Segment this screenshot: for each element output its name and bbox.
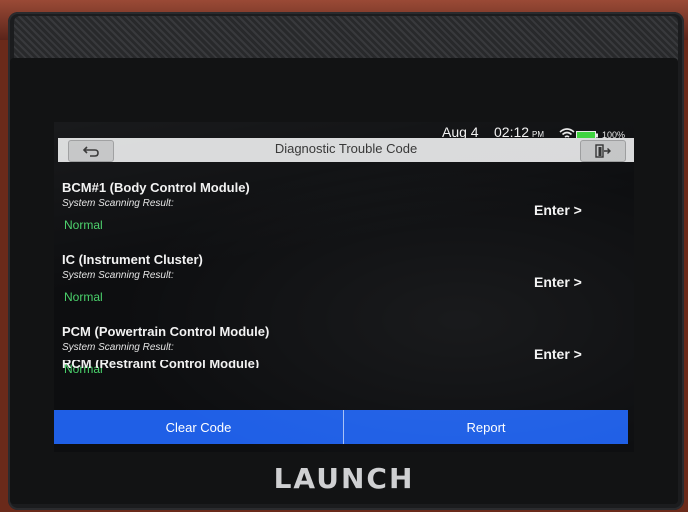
scan-result-label: System Scanning Result: — [62, 270, 174, 281]
module-name: PCM (Powertrain Control Module) — [62, 324, 270, 339]
module-name: IC (Instrument Cluster) — [62, 252, 203, 267]
report-button[interactable]: Report — [344, 410, 628, 444]
enter-button[interactable]: Enter > — [534, 346, 582, 362]
module-name: BCM#1 (Body Control Module) — [62, 180, 250, 195]
status-bar: Aug 4 02:12 PM 100% — [54, 122, 634, 140]
enter-button[interactable]: Enter > — [534, 202, 582, 218]
scan-result-status: Normal — [64, 290, 103, 304]
screen: Aug 4 02:12 PM 100% Diagnostic Trouble Co… — [54, 122, 634, 452]
scan-result-label: System Scanning Result: — [62, 198, 174, 209]
exit-button[interactable] — [580, 140, 626, 162]
module-item: BCM#1 (Body Control Module) System Scann… — [54, 166, 634, 238]
launch-logo: LAUNCH — [273, 462, 415, 495]
module-item: PCM (Powertrain Control Module) System S… — [54, 310, 634, 382]
scan-result-label: System Scanning Result: — [62, 342, 174, 353]
scan-result-status: Normal — [64, 218, 103, 232]
exit-icon — [595, 144, 611, 158]
page-title: Diagnostic Trouble Code — [274, 141, 418, 156]
partial-module-name: RCM (Restraint Control Module) — [62, 360, 260, 368]
partial-module-item: RCM (Restraint Control Module) — [62, 360, 362, 368]
action-bar: Clear Code Report — [54, 410, 628, 444]
device-grip — [14, 16, 678, 62]
enter-button[interactable]: Enter > — [534, 274, 582, 290]
clear-code-button[interactable]: Clear Code — [54, 410, 343, 444]
title-bar: Diagnostic Trouble Code — [58, 138, 634, 162]
module-item: IC (Instrument Cluster) System Scanning … — [54, 238, 634, 310]
module-list: BCM#1 (Body Control Module) System Scann… — [54, 166, 634, 382]
